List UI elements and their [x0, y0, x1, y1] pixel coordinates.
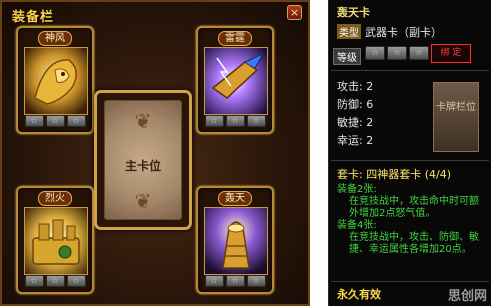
- star-icon: ☆: [24, 115, 44, 127]
- star-icon: ☆: [387, 46, 407, 60]
- card-art-fire-cannon: [24, 207, 88, 275]
- equipment-panel: 装备栏 × 神风 ☆ ☆ ☆ 雷霆 ☆ ☆ ☆ ❦ 主卡位 ❦ 烈火 ☆ ☆ ☆…: [0, 0, 310, 306]
- star-icon: ☆: [365, 46, 385, 60]
- suit-4-title: 装备4张:: [337, 220, 377, 231]
- star-icon: ☆: [66, 275, 86, 287]
- star-icon: ☆: [246, 275, 266, 287]
- side-card-slot: 卡牌栏位: [433, 82, 479, 152]
- stat-attack: 攻击: 2: [337, 80, 374, 93]
- slot-stars: ☆ ☆ ☆: [204, 115, 266, 127]
- star-icon: ☆: [225, 275, 245, 287]
- slot-stars: ☆ ☆ ☆: [204, 275, 266, 287]
- card-art-golden-dragon: [24, 47, 88, 115]
- divider: [331, 160, 489, 161]
- main-slot-label: 主卡位: [124, 159, 161, 173]
- star-icon: ☆: [45, 115, 65, 127]
- card-slot-liehuo[interactable]: 烈火 ☆ ☆ ☆: [16, 186, 94, 294]
- card-art-sky-cannon: [204, 207, 268, 275]
- divider: [331, 70, 489, 71]
- validity-text: 永久有效: [337, 288, 381, 301]
- suit-title: 套卡: 四神器套卡 (4/4): [337, 168, 451, 181]
- card-art-thunder-weapon: [204, 47, 268, 115]
- bound-badge: 绑 定: [431, 44, 471, 63]
- level-label: 等级: [333, 48, 361, 65]
- stat-agility: 敏捷: 2: [337, 116, 374, 129]
- star-icon: ☆: [409, 46, 429, 60]
- card-tooltip: 轰天卡 类型 武器卡（副卡） 等级 ☆ ☆ ☆ 绑 定 攻击: 2 防御: 6 敏…: [328, 0, 491, 306]
- stat-defense: 防御: 6: [337, 98, 374, 111]
- ornament-icon: ❦: [134, 109, 152, 133]
- level-stars: ☆ ☆ ☆: [365, 46, 429, 60]
- slot-stars: ☆ ☆ ☆: [24, 275, 86, 287]
- slot-label: 雷霆: [218, 31, 252, 46]
- star-icon: ☆: [204, 275, 224, 287]
- stats-list: 攻击: 2 防御: 6 敏捷: 2 幸运: 2: [337, 78, 373, 150]
- suit-4-text: 在竞技战中，攻击、防御、敏捷、幸运属性各增加20点。: [349, 232, 479, 255]
- suit-2-text: 在竞技战中，攻击命中时可额外增加2点怒气值。: [349, 196, 479, 219]
- card-type: 类型 武器卡（副卡）: [337, 24, 442, 40]
- star-icon: ☆: [66, 115, 86, 127]
- main-card-slot[interactable]: ❦ 主卡位 ❦: [94, 90, 192, 230]
- stat-luck: 幸运: 2: [337, 134, 374, 147]
- close-button[interactable]: ×: [287, 5, 302, 20]
- divider: [331, 281, 489, 282]
- star-icon: ☆: [246, 115, 266, 127]
- card-slot-leiting[interactable]: 雷霆 ☆ ☆ ☆: [196, 26, 274, 134]
- panel-title: 装备栏: [12, 10, 55, 25]
- star-icon: ☆: [225, 115, 245, 127]
- suit-2-title: 装备2张:: [337, 184, 377, 195]
- card-name: 轰天卡: [337, 6, 370, 19]
- slot-stars: ☆ ☆ ☆: [24, 115, 86, 127]
- star-icon: ☆: [45, 275, 65, 287]
- card-slot-shenfeng[interactable]: 神风 ☆ ☆ ☆: [16, 26, 94, 134]
- slot-label: 烈火: [38, 191, 72, 206]
- card-slot-hongtian[interactable]: 轰天 ☆ ☆ ☆: [196, 186, 274, 294]
- type-tag: 类型: [337, 24, 361, 39]
- slot-label: 神风: [38, 31, 72, 46]
- type-value: 武器卡（副卡）: [365, 26, 442, 39]
- watermark: 思创网: [447, 289, 487, 304]
- star-icon: ☆: [24, 275, 44, 287]
- ornament-icon: ❦: [134, 189, 152, 213]
- level-row: 等级: [333, 48, 361, 65]
- suit-bonuses: 装备2张: 在竞技战中，攻击命中时可额外增加2点怒气值。 装备4张: 在竞技战中…: [337, 184, 487, 256]
- star-icon: ☆: [204, 115, 224, 127]
- slot-label: 轰天: [218, 191, 252, 206]
- main-card-placeholder: ❦ 主卡位 ❦: [104, 100, 182, 220]
